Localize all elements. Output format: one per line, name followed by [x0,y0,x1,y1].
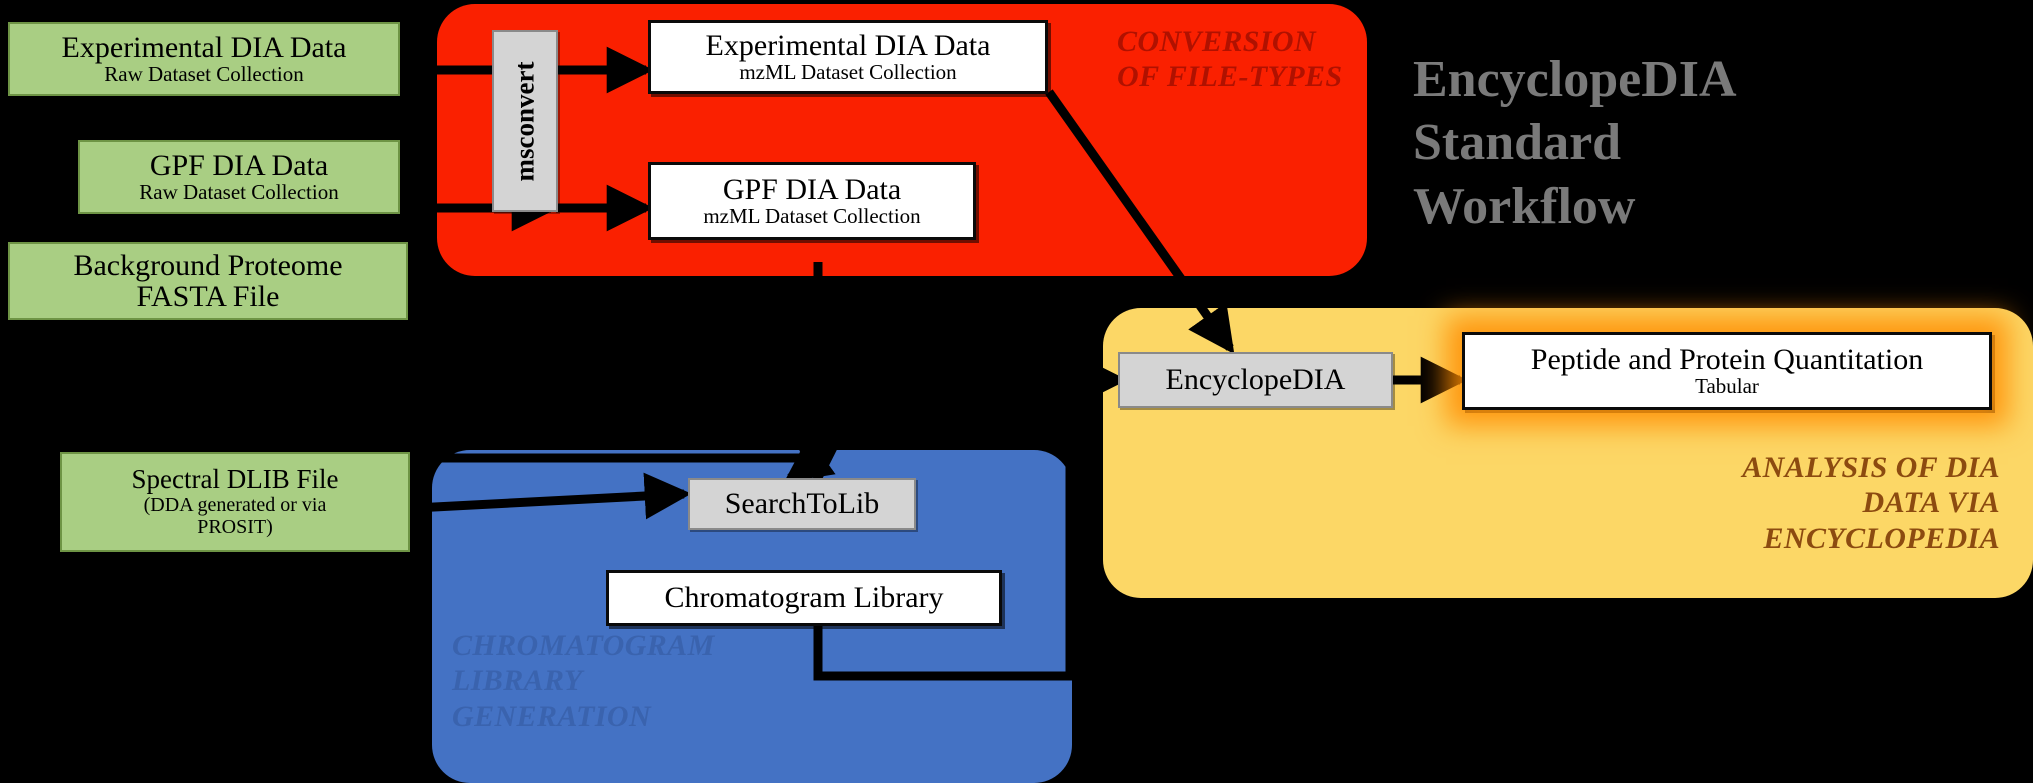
output-chromatogram-library-title: Chromatogram Library [664,581,944,615]
output-gpf-dia-mzml[interactable]: GPF DIA Data mzML Dataset Collection [648,162,976,240]
input-spectral-dlib[interactable]: Spectral DLIB File (DDA generated or via… [60,452,410,552]
tool-encyclopedia-label: EncyclopeDIA [1165,363,1346,397]
tool-searchtolib[interactable]: SearchToLib [688,478,916,530]
input-experimental-dia-raw-title: Experimental DIA Data [61,30,347,64]
output-peptide-protein-quantitation-subtitle: Tabular [1695,374,1759,399]
output-peptide-protein-quantitation-title: Peptide and Protein Quantitation [1530,342,1924,376]
input-experimental-dia-raw[interactable]: Experimental DIA Data Raw Dataset Collec… [8,22,400,96]
page-title-line-2: Standard [1413,114,1622,172]
panel-label-library-line-2: LIBRARY [452,664,583,698]
panel-label-library-line-3: GENERATION [452,699,652,733]
input-background-proteome-fasta-line-2: FASTA File [136,280,280,313]
output-chromatogram-library[interactable]: Chromatogram Library [606,570,1002,626]
output-peptide-protein-quantitation[interactable]: Peptide and Protein Quantitation Tabular [1462,332,1992,410]
input-spectral-dlib-subtitle-line-2: PROSIT) [197,516,273,539]
input-spectral-dlib-subtitle-line-1: (DDA generated or via [143,493,327,516]
panel-label-analysis-line-2: DATA VIA [1862,486,2000,520]
panel-label-analysis-line-3: ENCYCLOPEDIA [1763,521,2000,555]
output-experimental-dia-mzml-title: Experimental DIA Data [705,28,991,62]
panel-label-conversion-line-2: OF FILE-TYPES [1117,60,1343,94]
input-gpf-dia-raw[interactable]: GPF DIA Data Raw Dataset Collection [78,140,400,214]
tool-msconvert-label: msconvert [509,61,540,181]
panel-label-analysis: ANALYSIS OF DIA DATA VIA ENCYCLOPEDIA [1600,450,2000,556]
panel-label-library-line-1: CHROMATOGRAM [452,629,715,662]
panel-label-analysis-line-1: ANALYSIS OF DIA [1742,451,2000,484]
input-gpf-dia-raw-title: GPF DIA Data [149,148,329,182]
input-background-proteome-fasta[interactable]: Background Proteome FASTA File [8,242,408,320]
panel-label-conversion-line-1: CONVERSION [1117,25,1317,58]
output-gpf-dia-mzml-subtitle: mzML Dataset Collection [703,204,921,229]
workflow-diagram: EncyclopeDIA Standard Workflow CONVERSIO… [0,0,2033,783]
input-spectral-dlib-title: Spectral DLIB File [131,464,339,495]
input-background-proteome-fasta-line-1: Background Proteome [73,248,343,282]
tool-msconvert[interactable]: msconvert [492,30,558,212]
output-gpf-dia-mzml-title: GPF DIA Data [722,172,902,206]
page-title: EncyclopeDIA Standard Workflow [1413,48,1737,238]
tool-encyclopedia[interactable]: EncyclopeDIA [1118,352,1393,408]
input-experimental-dia-raw-subtitle: Raw Dataset Collection [104,62,304,87]
page-title-line-1: EncyclopeDIA [1413,51,1737,108]
output-experimental-dia-mzml[interactable]: Experimental DIA Data mzML Dataset Colle… [648,20,1048,94]
page-title-line-3: Workflow [1413,177,1636,235]
panel-label-library: CHROMATOGRAM LIBRARY GENERATION [452,628,782,734]
tool-searchtolib-label: SearchToLib [724,487,880,521]
output-experimental-dia-mzml-subtitle: mzML Dataset Collection [739,60,957,85]
panel-label-conversion: CONVERSION OF FILE-TYPES [1117,24,1367,95]
input-gpf-dia-raw-subtitle: Raw Dataset Collection [139,180,339,205]
